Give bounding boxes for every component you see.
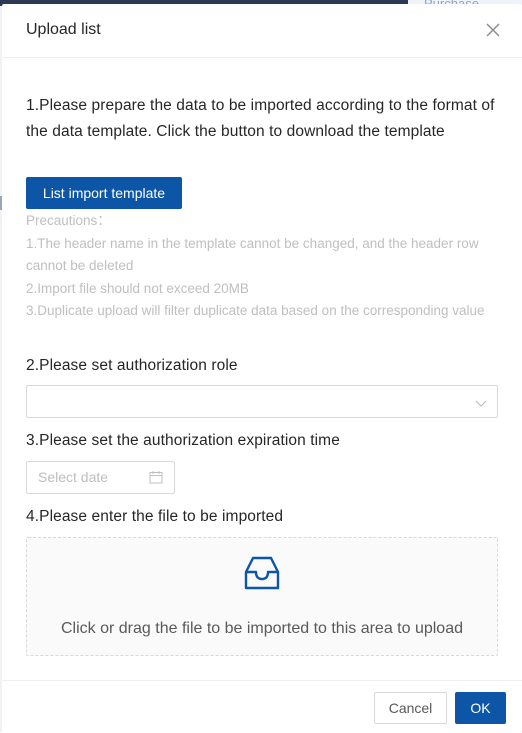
date-placeholder: Select date xyxy=(38,469,109,485)
step-3-label: 3.Please set the authorization expiratio… xyxy=(26,432,340,449)
step-1-instruction: 1.Please prepare the data to be imported… xyxy=(26,97,495,140)
calendar-icon xyxy=(149,470,163,484)
inbox-icon xyxy=(243,555,281,591)
step-4-label: 4.Please enter the file to be imported xyxy=(26,508,284,525)
cancel-button[interactable]: Cancel xyxy=(374,692,447,724)
ok-button[interactable]: OK xyxy=(455,692,506,724)
step-2-label: 2.Please set authorization role xyxy=(26,357,238,374)
precaution-item: 2.Import file should not exceed 20MB xyxy=(26,280,249,296)
file-upload-dropzone[interactable]: Click or drag the file to be imported to… xyxy=(26,537,498,656)
upload-hint: Click or drag the file to be imported to… xyxy=(61,620,463,637)
modal-header: Upload list xyxy=(2,4,522,58)
precautions-title: Precautions： xyxy=(26,213,111,228)
modal-title: Upload list xyxy=(26,21,101,38)
expiration-date-picker[interactable]: Select date xyxy=(26,461,175,494)
upload-list-modal: Upload list 1.Please prepare the data to… xyxy=(2,4,522,732)
download-template-button[interactable]: List import template xyxy=(26,177,182,209)
precautions: Precautions： 1.The header name in the te… xyxy=(26,210,506,323)
chevron-down-icon xyxy=(475,396,487,408)
authorization-role-select[interactable] xyxy=(26,385,498,418)
precaution-item: 1.The header name in the template cannot… xyxy=(26,235,479,274)
close-icon[interactable] xyxy=(484,21,502,39)
precaution-item: 3.Duplicate upload will filter duplicate… xyxy=(26,303,485,318)
modal-footer: Cancel OK xyxy=(2,680,522,733)
